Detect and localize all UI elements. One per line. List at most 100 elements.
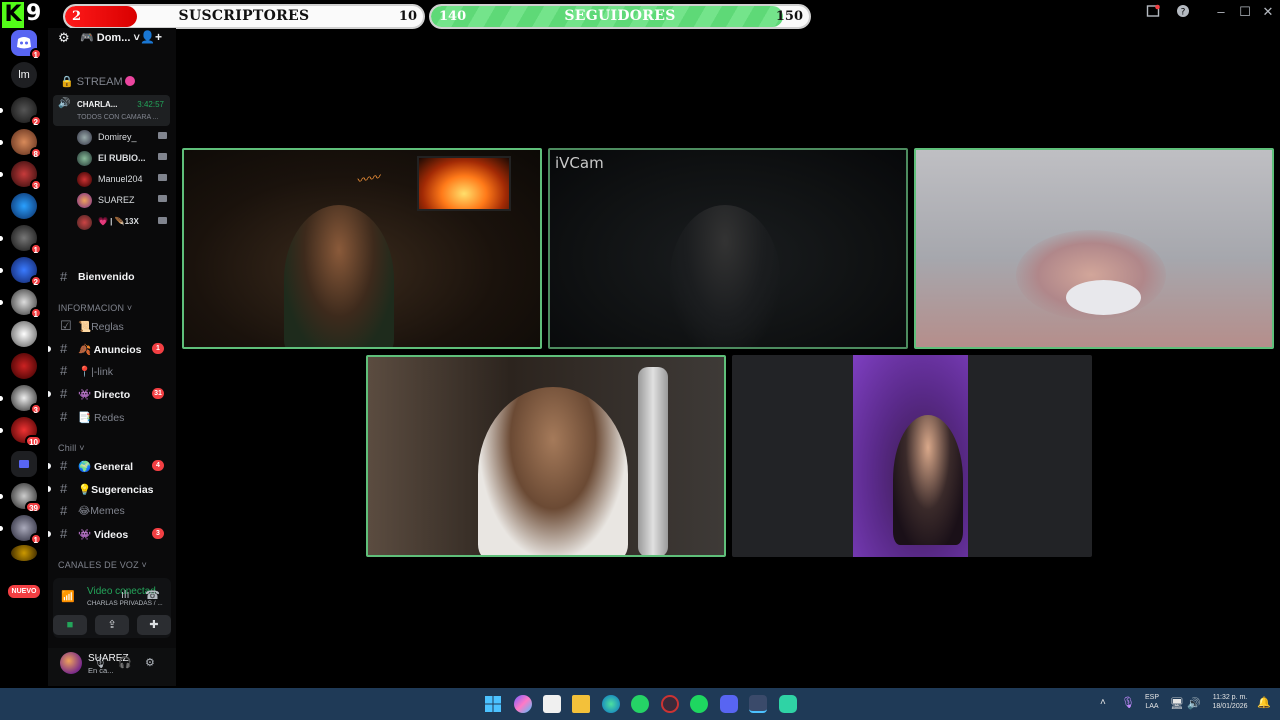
discord-home-icon[interactable]: 1 xyxy=(11,30,42,60)
channel-memes[interactable]: # 😂Memes xyxy=(48,501,176,521)
folder-icon[interactable] xyxy=(11,451,37,477)
app-root: K 9 SUSCRIPTORES 2 10 SEGUIDORES 140 150… xyxy=(0,0,1280,720)
hash-icon: # xyxy=(60,363,68,378)
voice-channel-timer: 3:42:57 xyxy=(137,100,164,109)
channel-videos[interactable]: # 👾 Videos 3 xyxy=(48,524,176,544)
voice-user[interactable]: Manuel204 xyxy=(77,171,167,189)
user-settings-icon[interactable]: ⚙ xyxy=(145,656,155,669)
kick-count: 9 xyxy=(26,1,42,26)
video-tile[interactable]: 〰〰 xyxy=(182,148,542,349)
screen-share-icon[interactable]: ⇪ xyxy=(95,615,129,635)
video-tile[interactable]: iVCam xyxy=(548,148,908,349)
steam-icon[interactable] xyxy=(749,695,767,713)
disconnect-icon[interactable]: ☎ xyxy=(145,588,160,602)
channel-bienvenido[interactable]: # Bienvenido xyxy=(48,267,176,287)
server-header[interactable]: ⚙ 🎮 Dom... ˅ 👤+ xyxy=(48,28,176,50)
video-tile[interactable] xyxy=(914,148,1274,349)
voice-user[interactable]: SUAREZ xyxy=(77,192,167,210)
server-icon[interactable]: 10 xyxy=(0,417,42,447)
server-icon[interactable]: 1 xyxy=(0,515,42,545)
channel-name-text: Anuncios xyxy=(93,344,142,356)
hash-icon: # xyxy=(60,526,68,541)
help-icon[interactable]: ? xyxy=(1173,4,1193,20)
video-content xyxy=(893,415,963,545)
stream-label: STREAM xyxy=(76,76,123,88)
channel-reglas[interactable]: ☑ 📜Reglas xyxy=(48,316,176,336)
close-icon[interactable]: ✕ xyxy=(1258,4,1278,20)
active-voice-channel[interactable]: 🔊 CHARLA... 3:42:57 TODOS CON CAMARA ... xyxy=(53,95,170,126)
whatsapp-icon[interactable] xyxy=(631,695,649,713)
followers-goal: 150 xyxy=(775,9,803,24)
server-lm[interactable]: lm xyxy=(11,62,37,88)
network-icon[interactable]: 🖥 xyxy=(1170,697,1184,720)
server-badge: 39 xyxy=(25,501,42,513)
app-icon[interactable] xyxy=(779,695,797,713)
server-icon[interactable]: 39 xyxy=(0,483,42,513)
server-icon[interactable] xyxy=(11,193,37,219)
clock[interactable]: 11:32 p. m. 18/01/2026 xyxy=(1206,694,1254,720)
file-explorer-icon[interactable] xyxy=(572,695,590,713)
avatar xyxy=(77,151,92,166)
settings-icon[interactable]: ⚙ xyxy=(58,30,70,46)
voice-user-name: SUAREZ xyxy=(98,195,135,205)
server-icon[interactable] xyxy=(11,353,37,379)
channel-link[interactable]: # 📍|-link xyxy=(48,361,176,381)
microphone-tray-icon[interactable]: 🎙 xyxy=(1121,696,1135,720)
voice-user-name: El RUBIO... xyxy=(98,153,146,163)
volume-icon[interactable]: 🔊 xyxy=(1187,697,1201,720)
channel-directo[interactable]: # 👾 Directo 31 xyxy=(48,384,176,404)
edge-icon[interactable] xyxy=(602,695,620,713)
channel-anuncios[interactable]: # 🍂 Anuncios 1 xyxy=(48,339,176,359)
server-name-text: Dom... xyxy=(96,32,131,44)
server-badge: 1 xyxy=(29,243,42,255)
video-tile[interactable] xyxy=(732,355,1092,557)
category-informacion[interactable]: INFORMACION ˅ xyxy=(58,303,132,313)
video-label: iVCam xyxy=(555,154,604,172)
headphones-icon[interactable]: 🎧 xyxy=(118,656,132,669)
channel-name: 🌍 General xyxy=(78,461,134,473)
channel-sugerencias[interactable]: # 💡Sugerencias xyxy=(48,479,176,499)
server-icon[interactable] xyxy=(11,321,37,347)
server-icon[interactable]: 8 xyxy=(0,129,42,159)
server-icon[interactable]: 3 xyxy=(0,161,42,191)
show-hidden-icons[interactable]: ˄ xyxy=(1100,697,1106,720)
minimize-icon[interactable]: – xyxy=(1211,4,1231,20)
app-icon[interactable] xyxy=(661,695,679,713)
voice-user[interactable]: Domirey_ xyxy=(77,129,167,147)
language-indicator[interactable]: ESP LAA xyxy=(1142,694,1162,720)
new-badge: NUEVO xyxy=(8,585,40,598)
camera-toggle-icon[interactable]: ■ xyxy=(53,615,87,635)
copilot-icon[interactable] xyxy=(514,695,532,713)
server-icon[interactable]: 1 xyxy=(0,225,42,255)
speaker-icon: 🔊 xyxy=(58,98,71,109)
video-tile[interactable] xyxy=(366,355,726,557)
spotify-icon[interactable] xyxy=(690,695,708,713)
server-badge: 10 xyxy=(25,435,42,447)
maximize-icon[interactable]: ☐ xyxy=(1235,4,1255,20)
video-content xyxy=(1066,280,1141,315)
noise-suppression-icon[interactable]: ılı xyxy=(121,589,130,601)
windows-start-icon[interactable] xyxy=(484,695,502,713)
discord-taskbar-icon[interactable] xyxy=(720,695,738,713)
server-badge: 2 xyxy=(29,115,42,127)
store-icon[interactable] xyxy=(543,695,561,713)
avatar[interactable] xyxy=(60,652,82,674)
server-icon[interactable]: 3 xyxy=(0,385,42,415)
invite-icon[interactable]: 👤+ xyxy=(140,30,162,44)
channel-redes[interactable]: # 📑 Redes xyxy=(48,407,176,427)
subscribers-goal-bar: SUSCRIPTORES 2 10 xyxy=(63,4,425,29)
server-icon[interactable]: 2 xyxy=(0,97,42,127)
microphone-icon[interactable]: 🎙 xyxy=(93,656,107,669)
channel-general[interactable]: # 🌍 General 4 xyxy=(48,456,176,476)
voice-user[interactable]: El RUBIO... xyxy=(77,150,167,168)
inbox-icon[interactable] xyxy=(1143,4,1163,20)
stream-channel[interactable]: 🔒 STREAM xyxy=(60,75,135,88)
server-icon[interactable] xyxy=(11,545,37,561)
voice-user[interactable]: 💗 | 🪶13X xyxy=(77,214,167,232)
notifications-icon[interactable]: 🔔 xyxy=(1257,696,1271,720)
server-icon[interactable]: 2 xyxy=(0,257,42,287)
activities-icon[interactable]: ✚ xyxy=(137,615,171,635)
server-icon[interactable]: 1 xyxy=(0,289,42,319)
category-voice[interactable]: CANALES DE VOZ ˅ xyxy=(58,560,147,570)
category-chill[interactable]: Chill ˅ xyxy=(58,443,85,453)
